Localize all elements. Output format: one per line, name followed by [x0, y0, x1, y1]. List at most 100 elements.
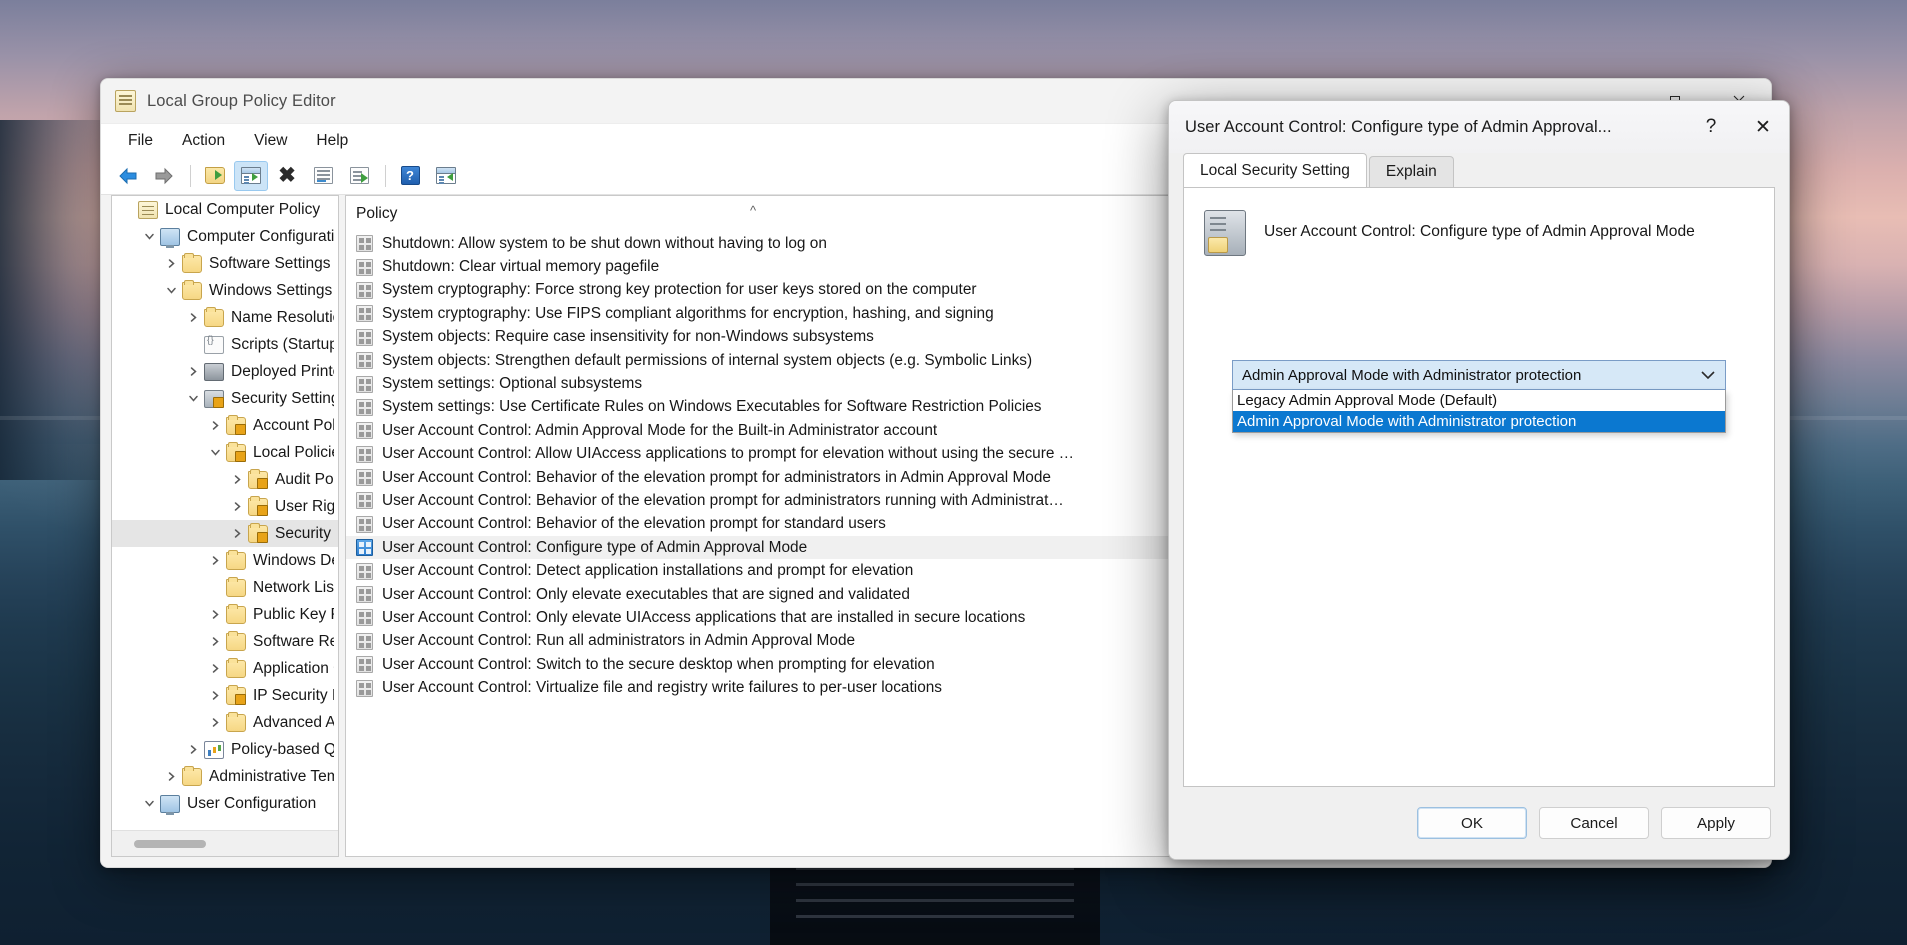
- tree-item-software-restriction-policies[interactable]: Software Restriction Policies: [112, 628, 338, 655]
- folder-lock-icon: [226, 414, 246, 435]
- chevron-down-icon[interactable]: [182, 393, 204, 404]
- chevron-down-icon[interactable]: [138, 231, 160, 242]
- tree-item-policy-based-qos[interactable]: Policy-based QoS: [112, 736, 338, 763]
- chevron-right-icon[interactable]: [204, 555, 226, 566]
- tree-item-name-resolution-policy[interactable]: Name Resolution Policy: [112, 304, 338, 331]
- tree-item-deployed-printers[interactable]: Deployed Printers: [112, 358, 338, 385]
- chevron-right-icon[interactable]: [204, 609, 226, 620]
- tree-item-security-options[interactable]: Security Options: [112, 520, 338, 547]
- tree-item-label: Security Options: [275, 524, 334, 542]
- tree-item-label: Account Policies: [253, 416, 334, 434]
- console-tree-pane[interactable]: Local Computer Policy Computer Configurat…: [111, 195, 339, 857]
- chevron-down-icon[interactable]: [204, 447, 226, 458]
- policy-name-cell: User Account Control: Virtualize file an…: [382, 679, 943, 697]
- menu-help[interactable]: Help: [303, 128, 361, 154]
- tree-item-computer-configuration[interactable]: Computer Configuration: [112, 223, 338, 250]
- help-question-icon[interactable]: ?: [1685, 101, 1737, 153]
- cancel-button[interactable]: Cancel: [1539, 807, 1649, 839]
- menu-file[interactable]: File: [115, 128, 166, 154]
- menu-view[interactable]: View: [241, 128, 300, 154]
- folder-icon: [226, 549, 246, 570]
- show-action-pane-button[interactable]: [429, 161, 463, 191]
- chevron-down-icon[interactable]: [138, 798, 160, 809]
- policy-scroll-icon: [138, 200, 158, 219]
- back-button[interactable]: [111, 161, 145, 191]
- show-hide-console-tree-button[interactable]: [234, 160, 268, 191]
- tree-item-windows-settings[interactable]: Windows Settings: [112, 277, 338, 304]
- combobox-option-legacy[interactable]: Legacy Admin Approval Mode (Default): [1233, 390, 1725, 411]
- folder-lock-icon: [226, 441, 246, 462]
- tab-explain[interactable]: Explain: [1368, 156, 1454, 187]
- folder-lock-icon: [248, 522, 268, 543]
- policy-setting-icon: [356, 235, 373, 253]
- tree-item-advanced-audit-policy-configuration[interactable]: Advanced Audit Policy Configuration: [112, 709, 338, 736]
- tree-item-label: Security Settings: [231, 389, 334, 407]
- tree-item-account-policies[interactable]: Account Policies: [112, 412, 338, 439]
- policy-name-cell: Shutdown: Allow system to be shut down w…: [382, 234, 827, 252]
- chevron-right-icon[interactable]: [226, 528, 248, 539]
- tree-item-label: Policy-based QoS: [231, 740, 334, 758]
- tree-item-user-configuration[interactable]: User Configuration: [112, 790, 338, 817]
- forward-button[interactable]: [147, 161, 181, 191]
- chevron-down-icon[interactable]: [1697, 370, 1719, 380]
- tree-item-local-computer-policy[interactable]: Local Computer Policy: [112, 196, 338, 223]
- tree-horizontal-scrollbar[interactable]: [112, 830, 338, 856]
- chevron-right-icon[interactable]: [204, 663, 226, 674]
- chevron-right-icon[interactable]: [204, 717, 226, 728]
- chevron-right-icon[interactable]: [204, 636, 226, 647]
- policy-setting-icon: [356, 328, 373, 346]
- chevron-down-icon[interactable]: [160, 285, 182, 296]
- chevron-right-icon[interactable]: [160, 771, 182, 782]
- menu-action[interactable]: Action: [169, 128, 238, 154]
- chevron-right-icon[interactable]: [204, 420, 226, 431]
- tree-item-security-settings[interactable]: Security Settings: [112, 385, 338, 412]
- combobox-dropdown-list[interactable]: Legacy Admin Approval Mode (Default) Adm…: [1232, 390, 1726, 433]
- close-icon[interactable]: ✕: [1737, 101, 1789, 153]
- tree-item-label: Local Computer Policy: [165, 200, 321, 218]
- tree-item-user-rights-assignment[interactable]: User Rights Assignment: [112, 493, 338, 520]
- delete-button[interactable]: ✖: [270, 161, 304, 191]
- security-policy-icon: [1204, 210, 1246, 256]
- tree-item-label: Advanced Audit Policy Configuration: [253, 713, 334, 731]
- folder-lock-icon: [248, 468, 268, 489]
- combobox-option-administrator-protection[interactable]: Admin Approval Mode with Administrator p…: [1233, 411, 1725, 432]
- chevron-right-icon[interactable]: [160, 258, 182, 269]
- tree-item-public-key-policies[interactable]: Public Key Policies: [112, 601, 338, 628]
- tree-item-application-control-policies[interactable]: Application Control Policies: [112, 655, 338, 682]
- tree-item-windows-defender-firewall-with-advanced-security[interactable]: Windows Defender Firewall with Advanced …: [112, 547, 338, 574]
- delete-x-icon: ✖: [278, 164, 296, 187]
- policy-properties-dialog: User Account Control: Configure type of …: [1168, 100, 1790, 860]
- tree-item-label: Software Restriction Policies: [253, 632, 334, 650]
- chevron-right-icon[interactable]: [182, 312, 204, 323]
- apply-button[interactable]: Apply: [1661, 807, 1771, 839]
- help-button[interactable]: ?: [393, 161, 427, 191]
- ok-button[interactable]: OK: [1417, 807, 1527, 839]
- export-list-button[interactable]: [342, 161, 376, 191]
- folder-icon: [226, 603, 246, 624]
- up-one-level-button[interactable]: [198, 161, 232, 191]
- tree-item-label: Administrative Templates: [209, 767, 334, 785]
- tree-item-network-list-manager-policies[interactable]: Network List Manager Policies: [112, 574, 338, 601]
- combobox-display[interactable]: Admin Approval Mode with Administrator p…: [1232, 360, 1726, 390]
- policy-setting-icon: [356, 515, 373, 533]
- policy-setting-icon: [356, 586, 373, 604]
- admin-approval-mode-combobox[interactable]: Admin Approval Mode with Administrator p…: [1232, 360, 1726, 433]
- tree-item-software-settings[interactable]: Software Settings: [112, 250, 338, 277]
- chart-icon: [204, 740, 224, 759]
- policy-name: User Account Control: Configure type of …: [1264, 223, 1695, 240]
- properties-button[interactable]: [306, 161, 340, 191]
- tree-item-local-policies[interactable]: Local Policies: [112, 439, 338, 466]
- chevron-right-icon[interactable]: [204, 690, 226, 701]
- tree-item-audit-policy[interactable]: Audit Policy: [112, 466, 338, 493]
- chevron-right-icon[interactable]: [226, 501, 248, 512]
- policy-name-cell: System settings: Optional subsystems: [382, 375, 643, 393]
- scrollbar-thumb[interactable]: [134, 840, 206, 848]
- chevron-right-icon[interactable]: [226, 474, 248, 485]
- dialog-titlebar[interactable]: User Account Control: Configure type of …: [1169, 101, 1789, 153]
- chevron-right-icon[interactable]: [182, 366, 204, 377]
- tree-item-scripts-startup-shutdown[interactable]: Scripts (Startup/Shutdown): [112, 331, 338, 358]
- tree-item-ip-security-policies-on-local-computer[interactable]: IP Security Policies on Local Computer: [112, 682, 338, 709]
- chevron-right-icon[interactable]: [182, 744, 204, 755]
- tab-local-security-setting[interactable]: Local Security Setting: [1183, 153, 1367, 187]
- tree-item-administrative-templates[interactable]: Administrative Templates: [112, 763, 338, 790]
